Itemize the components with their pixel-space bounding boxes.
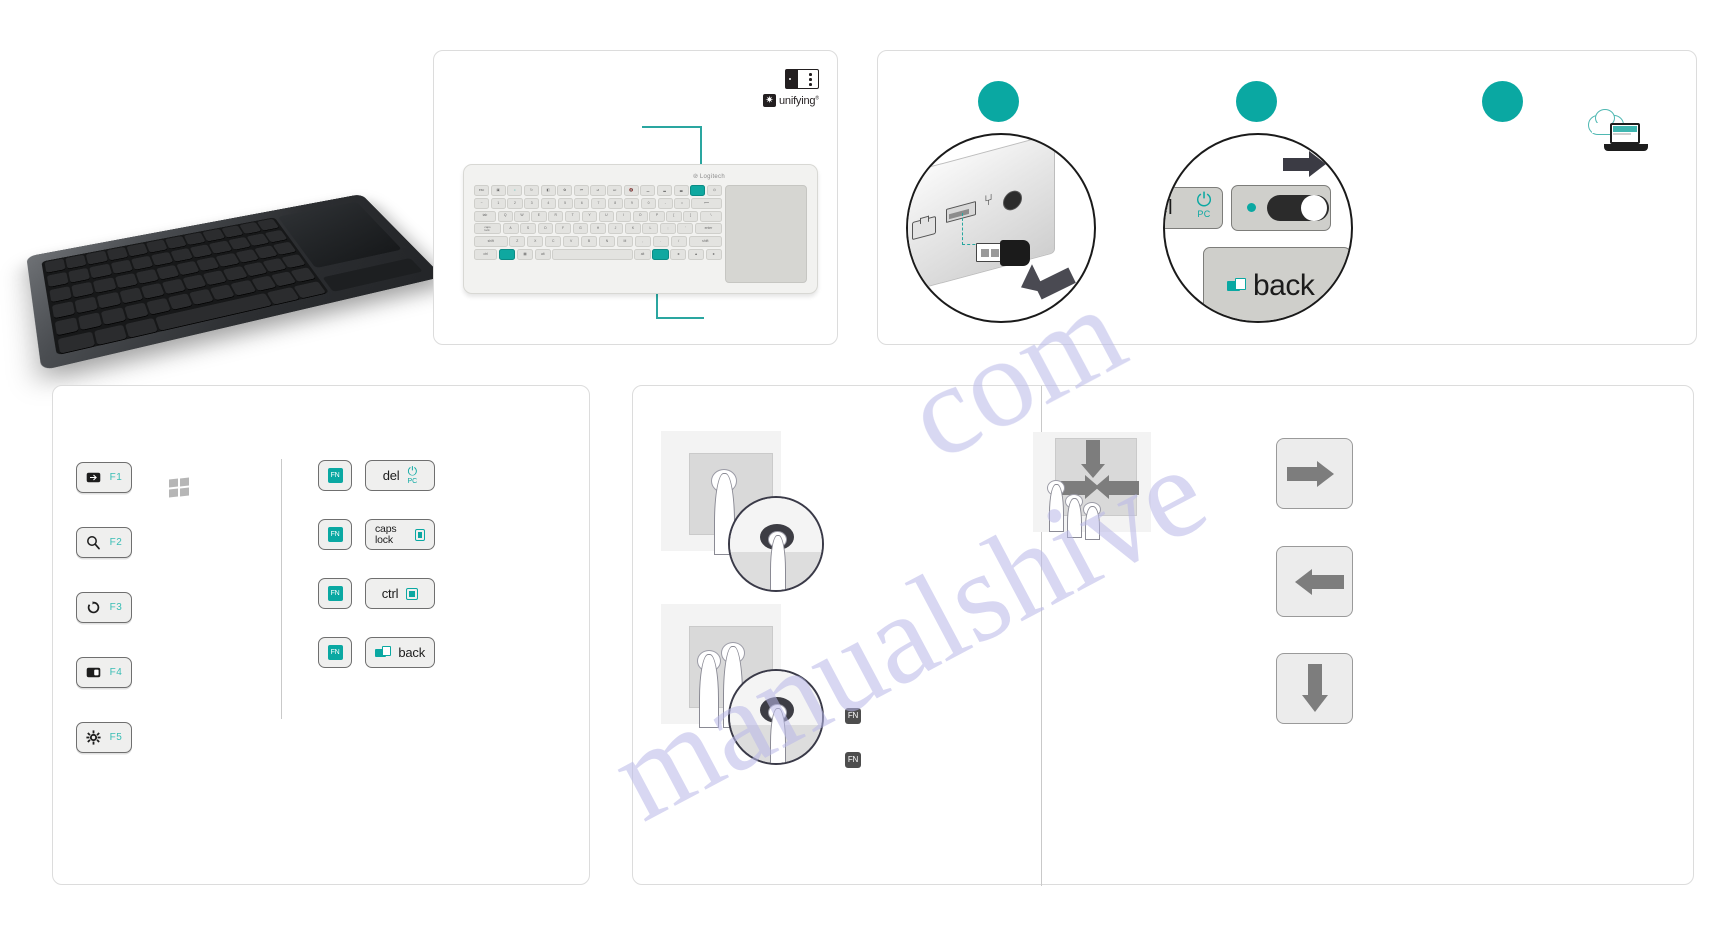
touchpad-gestures-panel: FN FN <box>632 385 1694 886</box>
back-icon-small <box>375 646 391 659</box>
page-root: ✷ unifying® ℗ Logitech esc ▣ ⌕ ↻ ◧ ✿ ⏮ ⏯ ⏭ 🔇 ▁ ▂ … <box>0 0 1722 935</box>
step-1-number <box>978 81 1019 122</box>
status-led <box>1247 203 1256 212</box>
diagram-row-shift: shift Z X C VBNM ,. / shift <box>474 236 723 248</box>
step-2-number <box>1236 81 1277 122</box>
step-1-illustration: ⑂ <box>906 133 1096 323</box>
fn-key-1[interactable]: FN <box>318 460 352 491</box>
fn-key-3[interactable]: FN <box>318 578 352 609</box>
step-2-illustration: el ⏻ PC back <box>1163 133 1353 323</box>
search-icon <box>86 535 101 550</box>
fkey-f4[interactable]: F4 <box>76 657 132 688</box>
two-finger-tap-magnifier <box>728 669 824 765</box>
fkey-f2-label: F2 <box>109 537 123 548</box>
diagram-touchpad <box>725 185 807 283</box>
fn-key-4[interactable]: FN <box>318 637 352 668</box>
fn-badge-1: FN <box>845 708 861 724</box>
fn-badge-2: FN <box>845 752 861 768</box>
combo-key-back[interactable]: back <box>365 637 435 668</box>
pinch-arrow-left-icon <box>1109 481 1139 495</box>
fkey-f5-label: F5 <box>109 732 123 743</box>
setup-steps-panel: ⑂ el ⏻ PC <box>877 50 1697 345</box>
diagram-row-space: ctrl ▦ alt alt ◄ ▲ ► <box>474 248 723 260</box>
unifying-receiver-icon <box>785 69 819 89</box>
gesture-card-down[interactable] <box>1276 653 1353 724</box>
keyboard-product-photo <box>26 175 443 375</box>
diagram-row-numbers: ~1 2 3 4567 890- = ⟵ <box>474 197 722 209</box>
diagram-row-function: esc ▣ ⌕ ↻ ◧ ✿ ⏮ ⏯ ⏭ 🔇 ▁ ▂ ▃ ⏻ <box>474 185 723 196</box>
pinch-arrow-down-icon <box>1086 440 1100 466</box>
fkey-f3[interactable]: F3 <box>76 592 132 623</box>
combo-key-del-label: del <box>382 468 400 483</box>
panel-divider <box>281 459 282 719</box>
fkey-f5[interactable]: F5 <box>76 722 132 753</box>
fkey-f1[interactable]: F1 <box>76 462 132 493</box>
pc-power-icon: ⏻ PC <box>1196 190 1212 219</box>
keyboard-overview-panel: ✷ unifying® ℗ Logitech esc ▣ ⌕ ↻ ◧ ✿ ⏮ ⏯ ⏭ 🔇 ▁ ▂ … <box>433 50 838 345</box>
combo-key-del[interactable]: del ⏻ PC <box>365 460 435 491</box>
app-switch-icon <box>86 470 101 485</box>
fkey-f4-label: F4 <box>109 667 123 678</box>
fkey-f1-label: F1 <box>109 472 123 483</box>
unifying-badge: ✷ unifying® <box>763 69 849 119</box>
del-key-text: el <box>1165 197 1173 219</box>
fn-key-2[interactable]: FN <box>318 519 352 550</box>
combo-key-del-sub: ⏻ PC <box>407 463 418 485</box>
back-key-icon <box>1227 278 1246 292</box>
back-key-label: back <box>1253 269 1315 302</box>
step-3-number <box>1482 81 1523 122</box>
fkey-f3-label: F3 <box>109 602 123 613</box>
combo-key-back-label: back <box>398 645 425 660</box>
fkey-f2[interactable]: F2 <box>76 527 132 558</box>
gesture-card-right[interactable] <box>1276 438 1353 509</box>
unifying-logo-icon: ✷ <box>763 94 776 107</box>
function-keys-panel: F1 F2 F3 F4 F5 FN del ⏻ PC FN caps lock … <box>52 385 590 885</box>
combo-key-capslock[interactable]: caps lock <box>365 519 435 550</box>
logitech-logo: ℗ Logitech <box>693 174 725 180</box>
keyboard-diagram: ℗ Logitech esc ▣ ⌕ ↻ ◧ ✿ ⏮ ⏯ ⏭ 🔇 ▁ ▂ ▃ ⏻ ~1 2 3 4567… <box>463 164 818 294</box>
combo-key-capslock-label: caps lock <box>375 522 397 546</box>
diagram-row-home: caps lock A S DFGH J K L; ' enter <box>474 223 722 235</box>
unifying-label: unifying® <box>779 94 819 107</box>
combo-key-ctrl[interactable]: ctrl <box>365 578 435 609</box>
three-finger-pinch-illustration <box>1033 432 1151 540</box>
one-finger-tap-magnifier <box>728 496 824 592</box>
settings-gear-icon <box>86 730 101 745</box>
combo-key-ctrl-label: ctrl <box>381 586 399 601</box>
teal-indicator-icon-2 <box>406 587 419 600</box>
devices-icon <box>86 665 101 680</box>
diagram-row-qwerty: tab Q W E RTYU I O P[ ] \ <box>474 210 722 222</box>
share-icon <box>86 600 101 615</box>
teal-indicator-icon <box>415 528 425 541</box>
windows-logo-icon <box>169 477 189 498</box>
unifying-receiver-illustration <box>976 240 1030 266</box>
product-photo-panel <box>10 40 443 371</box>
cloud-laptop-icon <box>1588 109 1648 155</box>
gesture-card-left[interactable] <box>1276 546 1353 617</box>
power-switch-knob[interactable] <box>1301 195 1327 221</box>
diagram-key-grid: esc ▣ ⌕ ↻ ◧ ✿ ⏮ ⏯ ⏭ 🔇 ▁ ▂ ▃ ⏻ ~1 2 3 4567 890- = ⟵ ta… <box>474 185 723 262</box>
